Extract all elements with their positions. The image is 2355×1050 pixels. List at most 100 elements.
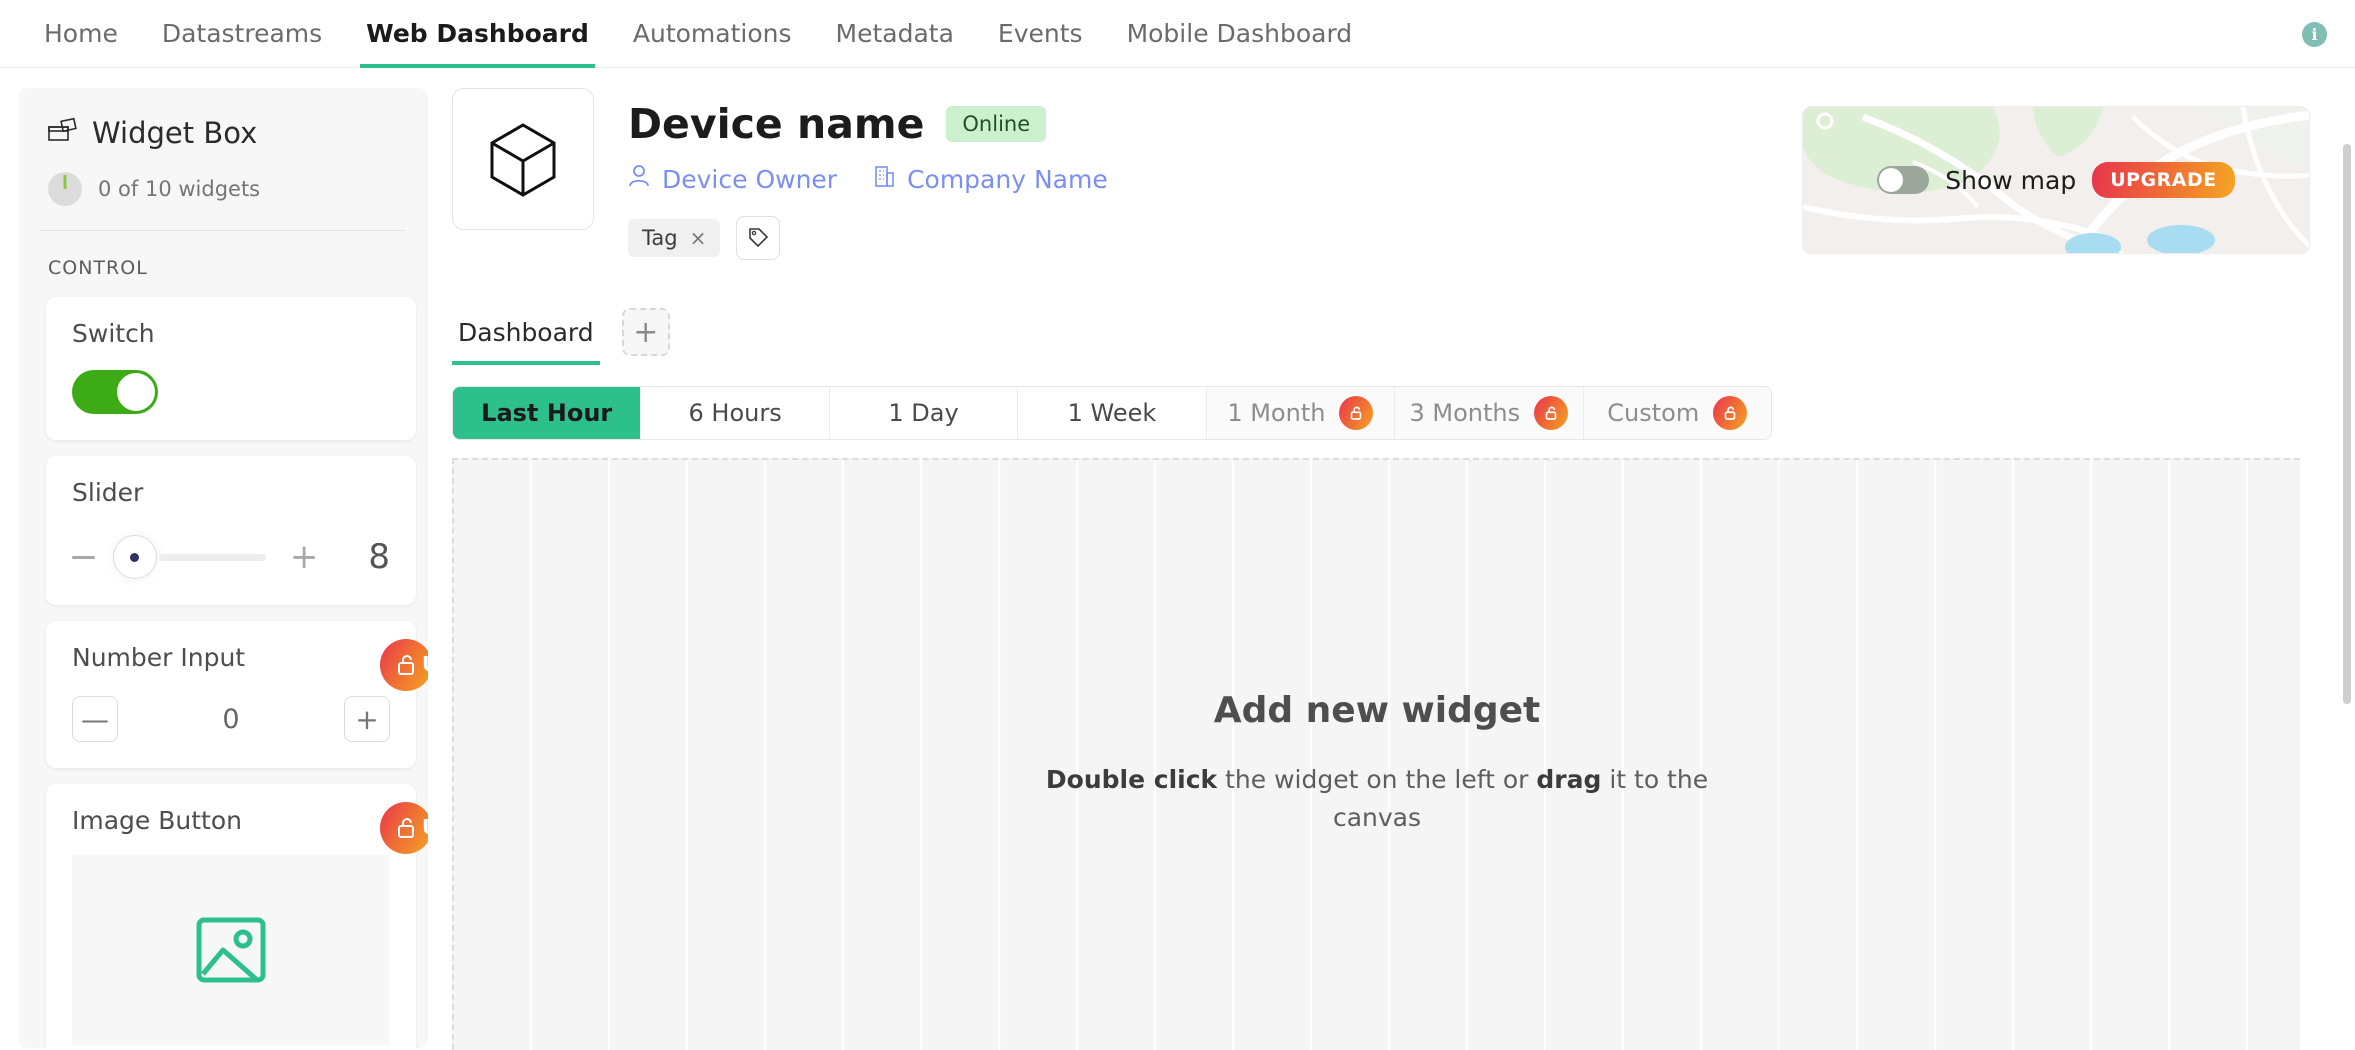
building-icon xyxy=(873,164,895,194)
canvas-empty-state: Add new widget Double click the widget o… xyxy=(454,690,2300,836)
dashboard-canvas[interactable]: Add new widget Double click the widget o… xyxy=(452,458,2300,1050)
tag-chip[interactable]: Tag × xyxy=(628,219,720,257)
widget-card-slider[interactable]: Slider +8 xyxy=(46,456,416,605)
device-owner-label: Device Owner xyxy=(662,165,837,194)
widget-box-title-row: Widget Box xyxy=(48,116,398,150)
person-icon xyxy=(628,164,650,194)
widget-label: Switch xyxy=(72,319,390,348)
nav-item-metadata[interactable]: Metadata xyxy=(814,0,976,68)
device-info: Device name Online Device Owner xyxy=(628,88,1108,260)
canvas-sub-mid: the widget on the left or xyxy=(1217,765,1536,794)
widget-list: SwitchSlider+8Number InputU—0+Image Butt… xyxy=(18,297,428,1048)
device-header: Device name Online Device Owner xyxy=(452,88,2332,260)
tab-dashboard[interactable]: Dashboard xyxy=(452,318,600,365)
canvas-subtitle: Double click the widget on the left or d… xyxy=(1027,761,1727,836)
widget-box-icon xyxy=(48,117,78,149)
nav-item-events[interactable]: Events xyxy=(976,0,1105,68)
range-tab-1-day[interactable]: 1 Day xyxy=(830,387,1018,439)
upgrade-lock-badge[interactable]: U xyxy=(380,639,428,691)
info-icon[interactable]: i xyxy=(2302,22,2327,47)
widget-box-sidebar: Widget Box 0 of 10 widgets CONTROL Switc… xyxy=(18,88,428,1048)
number-increment-button[interactable]: + xyxy=(344,696,390,742)
company-link[interactable]: Company Name xyxy=(873,164,1108,194)
range-tab-last-hour[interactable]: Last Hour xyxy=(453,387,641,439)
device-tags: Tag × xyxy=(628,216,1108,260)
widget-card-number[interactable]: Number InputU—0+ xyxy=(46,621,416,768)
canvas-sub-bold-1: Double click xyxy=(1046,765,1217,794)
switch-toggle[interactable] xyxy=(72,370,158,414)
nav-item-automations[interactable]: Automations xyxy=(611,0,814,68)
unlock-icon xyxy=(1721,404,1739,422)
slider-thumb[interactable] xyxy=(113,535,157,579)
unlock-icon xyxy=(394,653,418,677)
widget-count-label: 0 of 10 widgets xyxy=(98,177,260,201)
upgrade-lock-tail: U xyxy=(422,652,428,676)
slider-track[interactable] xyxy=(159,554,266,561)
add-tag-button[interactable] xyxy=(736,216,780,260)
range-lock-badge[interactable] xyxy=(1339,396,1373,430)
sidebar-section-control: CONTROL xyxy=(18,231,428,279)
range-tab-1-week[interactable]: 1 Week xyxy=(1018,387,1206,439)
slider-row: +8 xyxy=(72,535,390,579)
widget-label: Number Input xyxy=(72,643,390,672)
widget-label: Slider xyxy=(72,478,390,507)
switch-knob xyxy=(117,373,155,411)
widget-card-switch[interactable]: Switch xyxy=(46,297,416,440)
nav-item-home[interactable]: Home xyxy=(22,0,140,68)
image-button-preview[interactable] xyxy=(72,855,390,1045)
tag-icon xyxy=(747,227,769,249)
widget-card-image[interactable]: Image ButtonU xyxy=(46,784,416,1048)
range-tab-label: Last Hour xyxy=(481,399,612,427)
unlock-icon xyxy=(1542,404,1560,422)
range-lock-badge[interactable] xyxy=(1534,396,1568,430)
range-tab-6-hours[interactable]: 6 Hours xyxy=(641,387,829,439)
number-decrement-button[interactable]: — xyxy=(72,696,118,742)
time-range-selector: Last Hour 6 Hours 1 Day 1 Week 1 Month 3 Mont… xyxy=(452,386,1772,440)
range-tab-label: 6 Hours xyxy=(689,399,782,427)
status-badge: Online xyxy=(946,106,1046,142)
close-icon[interactable]: × xyxy=(690,226,707,250)
slider-increment-button[interactable]: + xyxy=(290,540,319,574)
canvas-title: Add new widget xyxy=(454,690,2300,731)
range-tab-1-month[interactable]: 1 Month xyxy=(1207,387,1395,439)
top-navigation-bar: HomeDatastreamsWeb DashboardAutomationsM… xyxy=(0,0,2355,68)
canvas-sub-bold-2: drag xyxy=(1536,765,1601,794)
map-overlay: Show map UPGRADE xyxy=(1803,107,2309,253)
device-name-row: Device name Online xyxy=(628,100,1108,148)
slider-decrement-button[interactable] xyxy=(72,556,95,559)
range-tab-custom[interactable]: Custom xyxy=(1584,387,1771,439)
unlock-icon xyxy=(394,816,418,840)
widget-count-row: 0 of 10 widgets xyxy=(48,172,398,206)
range-tab-3-months[interactable]: 3 Months xyxy=(1395,387,1583,439)
range-tab-label: Custom xyxy=(1607,399,1699,427)
number-value[interactable]: 0 xyxy=(118,704,344,735)
tag-label: Tag xyxy=(642,226,678,250)
device-links: Device Owner Company Name xyxy=(628,164,1108,194)
image-icon xyxy=(193,912,269,988)
page-scrollbar[interactable] xyxy=(2343,144,2351,704)
map-preview-card[interactable]: Show map UPGRADE xyxy=(1802,106,2310,254)
unlock-icon xyxy=(1347,404,1365,422)
device-name: Device name xyxy=(628,100,924,148)
nav-item-web-dashboard[interactable]: Web Dashboard xyxy=(344,0,611,68)
dashboard-tabs: Dashboard + xyxy=(452,308,2332,374)
company-label: Company Name xyxy=(907,165,1108,194)
upgrade-button[interactable]: UPGRADE xyxy=(2092,162,2235,198)
device-owner-link[interactable]: Device Owner xyxy=(628,164,837,194)
device-icon xyxy=(452,88,594,230)
nav-items: HomeDatastreamsWeb DashboardAutomationsM… xyxy=(0,0,1374,68)
sidebar-header: Widget Box 0 of 10 widgets xyxy=(18,88,428,206)
nav-item-datastreams[interactable]: Datastreams xyxy=(140,0,344,68)
upgrade-lock-badge[interactable]: U xyxy=(380,802,428,854)
show-map-toggle[interactable] xyxy=(1877,166,1929,194)
nav-item-mobile-dashboard[interactable]: Mobile Dashboard xyxy=(1105,0,1375,68)
upgrade-lock-tail: U xyxy=(422,815,428,839)
range-lock-badge[interactable] xyxy=(1713,396,1747,430)
range-tab-label: 1 Day xyxy=(888,399,958,427)
range-tab-label: 1 Month xyxy=(1227,399,1325,427)
widget-label: Image Button xyxy=(72,806,390,835)
add-dashboard-tab-button[interactable]: + xyxy=(622,308,670,356)
number-input-row: —0+ xyxy=(72,696,390,742)
page-body: Widget Box 0 of 10 widgets CONTROL Switc… xyxy=(0,68,2355,1048)
slider-value: 8 xyxy=(368,537,390,577)
